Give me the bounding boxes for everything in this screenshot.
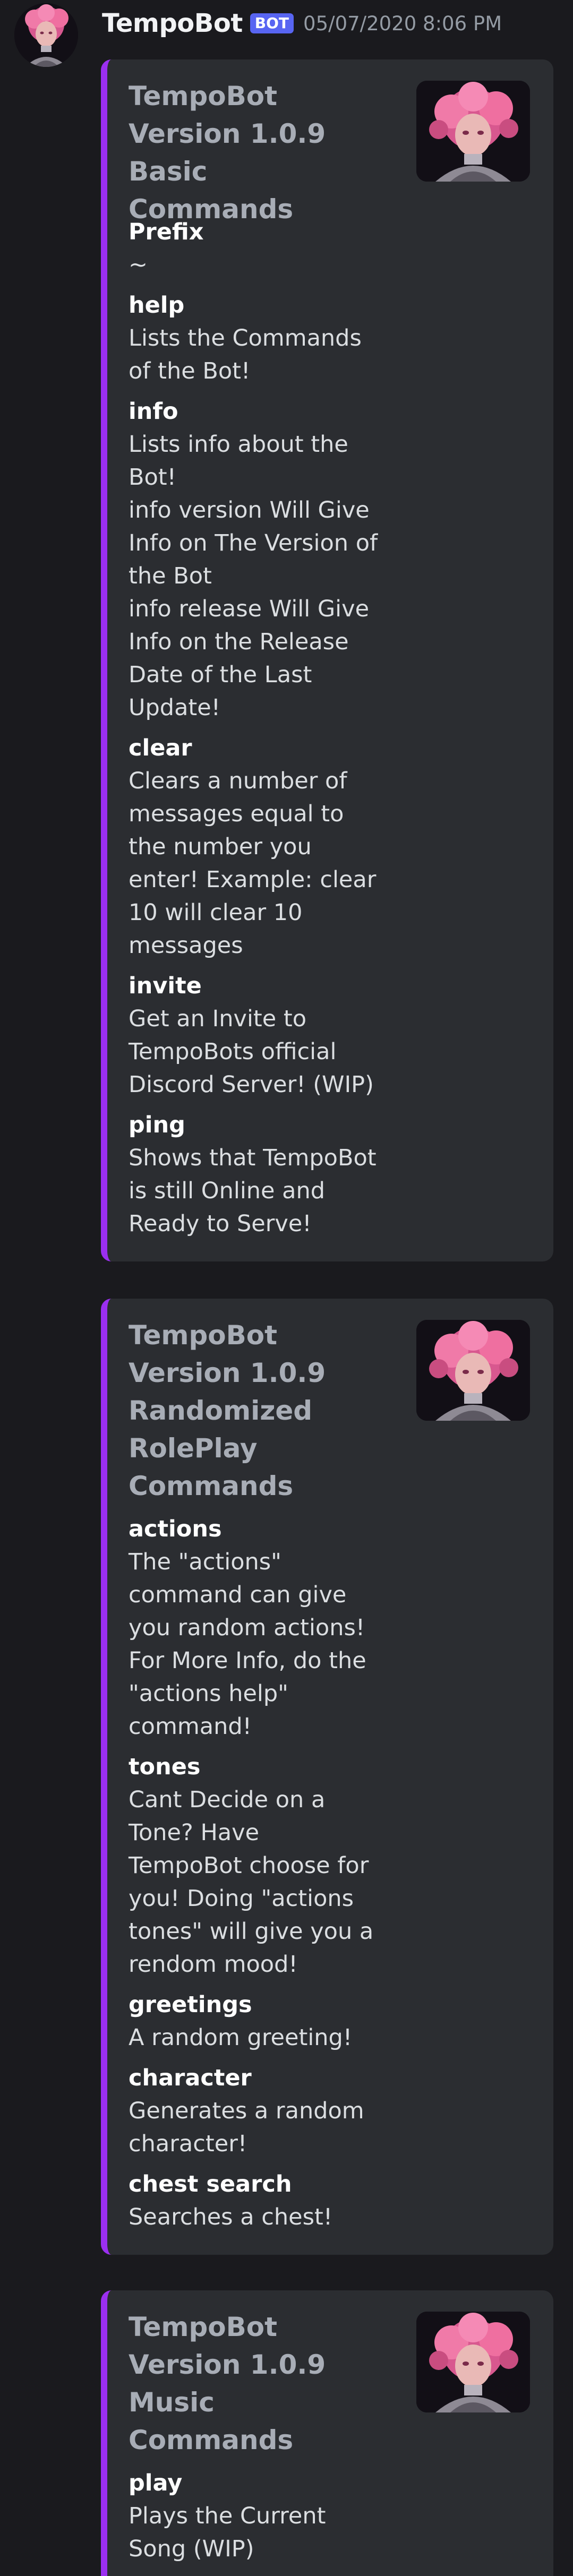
field-value: A random greeting! bbox=[129, 2024, 353, 2051]
field-value: Plays the Current Song (WIP) bbox=[129, 2503, 326, 2562]
field-greetings: greetings A random greeting! bbox=[129, 1988, 530, 2054]
field-name: actions bbox=[129, 1516, 222, 1542]
embed-title: TempoBot Version 1.0.9 Basic Commands bbox=[129, 81, 326, 225]
timestamp: 05/07/2020 8:06 PM bbox=[303, 12, 502, 35]
field-character: character Generates a random character! bbox=[129, 2062, 530, 2160]
field-name: invite bbox=[129, 973, 202, 999]
field-value: Searches a chest! bbox=[129, 2204, 333, 2230]
field-value: The "actions" command can give you rando… bbox=[129, 1549, 366, 1740]
bot-tag: BOT bbox=[250, 13, 294, 33]
anime-girl-thumbnail-icon[interactable] bbox=[416, 1320, 530, 1421]
anime-girl-thumbnail-icon[interactable] bbox=[416, 81, 530, 182]
field-actions: actions The "actions" command can give y… bbox=[129, 1513, 530, 1743]
field-value: Shows that TempoBot is still Online and … bbox=[129, 1145, 377, 1237]
anime-girl-avatar-icon[interactable] bbox=[14, 3, 78, 67]
field-name: info bbox=[129, 398, 178, 425]
field-value: ~ bbox=[129, 252, 148, 278]
field-chest-search: chest search Searches a chest! bbox=[129, 2168, 530, 2234]
field-name: greetings bbox=[129, 1991, 252, 2018]
field-name: tones bbox=[129, 1754, 201, 1780]
field-help: help Lists the Commands of the Bot! bbox=[129, 289, 530, 388]
field-value: Get an Invite to TempoBots official Disc… bbox=[129, 1006, 374, 1098]
message-header: TempoBot BOT 05/07/2020 8:06 PM bbox=[102, 4, 502, 42]
embed-title: TempoBot Version 1.0.9 Music Commands bbox=[129, 2312, 326, 2455]
field-value: Cant Decide on a Tone? Have TempoBot cho… bbox=[129, 1787, 374, 1978]
field-value: Generates a random character! bbox=[129, 2098, 364, 2157]
field-ping: ping Shows that TempoBot is still Online… bbox=[129, 1109, 530, 1240]
field-info: info Lists info about the Bot! info vers… bbox=[129, 395, 530, 724]
field-name: play bbox=[129, 2470, 183, 2496]
field-play: play Plays the Current Song (WIP) bbox=[129, 2467, 530, 2565]
field-value: Lists the Commands of the Bot! bbox=[129, 325, 362, 384]
field-name: help bbox=[129, 292, 185, 319]
field-name: ping bbox=[129, 1112, 185, 1138]
embed-roleplay-commands: TempoBot Version 1.0.9 Randomized RolePl… bbox=[101, 1299, 553, 2255]
field-value: Clears a number of messages equal to the… bbox=[129, 768, 377, 959]
embed-music-commands: TempoBot Version 1.0.9 Music Commands pl… bbox=[101, 2290, 553, 2576]
field-invite: invite Get an Invite to TempoBots offici… bbox=[129, 969, 530, 1101]
field-name: chest search bbox=[129, 2171, 292, 2197]
field-value: Lists info about the Bot! info version W… bbox=[129, 431, 378, 721]
embed-basic-commands: TempoBot Version 1.0.9 Basic Commands Pr… bbox=[101, 59, 553, 1261]
field-name: character bbox=[129, 2065, 252, 2091]
username[interactable]: TempoBot bbox=[102, 8, 243, 38]
anime-girl-thumbnail-icon[interactable] bbox=[416, 2312, 530, 2412]
bot-message: TempoBot BOT 05/07/2020 8:06 PM TempoBot… bbox=[0, 0, 573, 2576]
field-name: clear bbox=[129, 735, 192, 761]
field-clear: clear Clears a number of messages equal … bbox=[129, 732, 530, 962]
field-tones: tones Cant Decide on a Tone? Have TempoB… bbox=[129, 1750, 530, 1981]
embed-title: TempoBot Version 1.0.9 Randomized RolePl… bbox=[129, 1320, 326, 1501]
